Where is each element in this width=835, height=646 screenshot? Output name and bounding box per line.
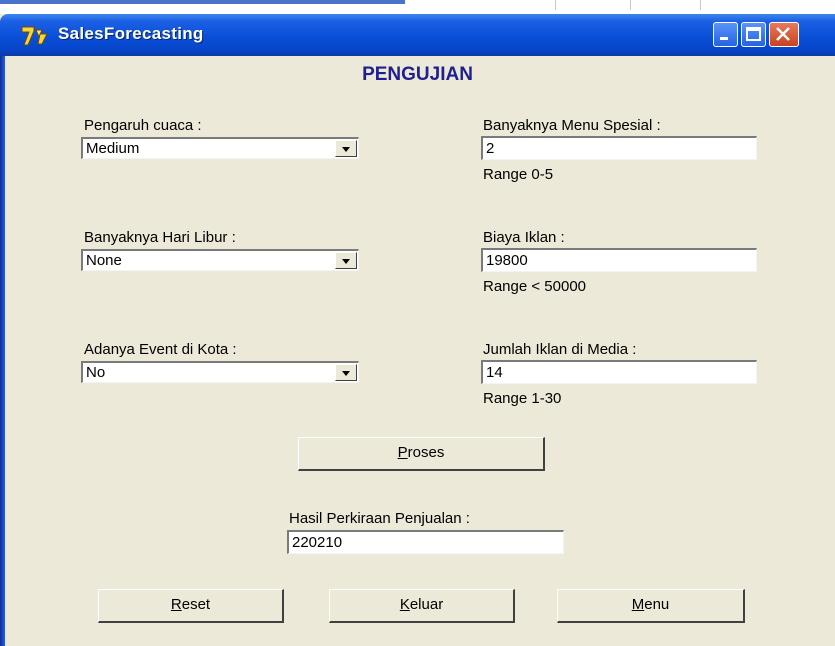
window-left-border bbox=[0, 56, 5, 646]
ad-cost-input[interactable] bbox=[481, 248, 757, 272]
reset-button-label: eset bbox=[181, 596, 211, 613]
minimize-icon bbox=[720, 37, 728, 40]
media-ads-input[interactable] bbox=[481, 360, 757, 384]
maximize-icon bbox=[746, 27, 761, 41]
weather-label: Pengaruh cuaca : bbox=[84, 117, 202, 134]
result-label: Hasil Perkiraan Penjualan : bbox=[289, 510, 470, 527]
media-ads-range-hint: Range 1-30 bbox=[483, 390, 562, 407]
result-output-field[interactable] bbox=[287, 530, 564, 554]
special-menu-range-hint: Range 0-5 bbox=[483, 166, 554, 183]
exit-button-mnemonic: K bbox=[399, 596, 410, 613]
reset-button[interactable]: Reset bbox=[98, 589, 284, 623]
process-button-mnemonic: P bbox=[397, 444, 408, 461]
city-event-label: Adanya Event di Kota : bbox=[84, 341, 237, 358]
menu-button[interactable]: Menu bbox=[557, 589, 745, 623]
weather-select[interactable]: Medium bbox=[81, 137, 359, 159]
holidays-select[interactable]: None bbox=[81, 249, 359, 271]
chevron-down-icon[interactable] bbox=[335, 140, 357, 157]
weather-select-value: Medium bbox=[86, 140, 140, 157]
chevron-down-icon[interactable] bbox=[335, 364, 357, 381]
holidays-select-value: None bbox=[86, 252, 122, 269]
background-taskbar-strip bbox=[0, 0, 835, 14]
close-icon bbox=[776, 27, 790, 41]
exit-button-label: eluar bbox=[409, 596, 444, 613]
media-ads-label: Jumlah Iklan di Media : bbox=[483, 341, 637, 358]
exit-button[interactable]: Keluar bbox=[329, 589, 515, 623]
process-button[interactable]: Proses bbox=[298, 437, 545, 471]
app-icon bbox=[20, 24, 50, 48]
process-button-label: roses bbox=[407, 444, 445, 461]
menu-button-label: enu bbox=[644, 596, 670, 613]
ad-cost-range-hint: Range < 50000 bbox=[483, 278, 587, 295]
reset-button-mnemonic: R bbox=[170, 596, 182, 613]
sales-forecasting-window: SalesForecasting PENGUJIAN Pengaruh cuac… bbox=[0, 0, 835, 646]
special-menu-label: Banyaknya Menu Spesial : bbox=[483, 117, 661, 134]
maximize-button[interactable] bbox=[741, 22, 766, 47]
chevron-down-icon[interactable] bbox=[335, 252, 357, 269]
holidays-label: Banyaknya Hari Libur : bbox=[84, 229, 236, 246]
minimize-button[interactable] bbox=[713, 22, 738, 47]
window-title: SalesForecasting bbox=[58, 24, 204, 43]
special-menu-input[interactable] bbox=[481, 136, 757, 160]
ad-cost-label: Biaya Iklan : bbox=[483, 229, 565, 246]
city-event-select[interactable]: No bbox=[81, 361, 359, 383]
city-event-select-value: No bbox=[86, 364, 106, 381]
page-heading: PENGUJIAN bbox=[362, 64, 473, 85]
close-button[interactable] bbox=[769, 22, 799, 47]
menu-button-mnemonic: M bbox=[631, 596, 645, 613]
